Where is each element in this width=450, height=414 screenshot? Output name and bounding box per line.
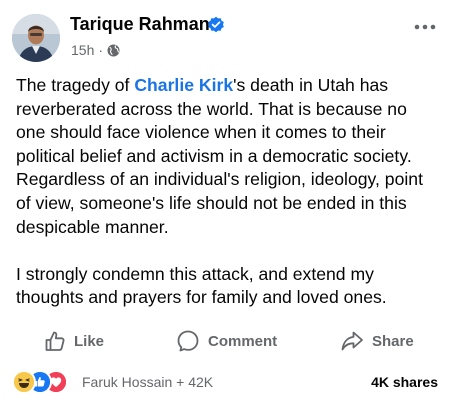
like-icon [44,330,66,352]
globe-icon[interactable] [107,44,120,57]
share-label: Share [372,332,414,350]
post-card: Tarique Rahman 15h · The tragedy of Char… [0,0,450,414]
reactors-summary[interactable]: Faruk Hossain + 42K [82,374,213,390]
share-button[interactable]: Share [340,326,414,356]
mention-link[interactable]: Charlie Kirk [134,75,233,95]
share-icon [340,330,364,352]
comment-label: Comment [208,332,278,350]
post-text-lead: The tragedy of [16,75,135,95]
comment-button[interactable]: Comment [176,326,277,356]
author-avatar[interactable] [12,14,60,62]
post-paragraph-2: I strongly condemn this attack, and exte… [16,263,387,308]
comment-icon [176,329,200,353]
like-label: Like [74,332,105,350]
action-bar: Like Comment Share [0,326,450,356]
reactions-footer: Faruk Hossain + 42K 4K shares [0,370,450,394]
author-name[interactable]: Tarique Rahman [70,14,210,35]
like-button[interactable]: Like [44,326,104,356]
more-options-icon[interactable] [414,18,436,30]
meta-separator: · [98,42,104,58]
post-paragraph-1: The tragedy of Charlie Kirk's death in U… [16,74,440,239]
timestamp[interactable]: 15h [71,42,94,58]
post-meta: 15h · [71,42,120,58]
haha-reaction-icon [14,372,34,392]
verified-icon [207,16,225,34]
shares-count[interactable]: 4K shares [371,374,438,390]
post-body: The tragedy of Charlie Kirk's death in U… [16,74,440,310]
post-text-rest: 's death in Utah has reverberated across… [16,75,423,237]
reaction-icons[interactable] [14,372,76,392]
